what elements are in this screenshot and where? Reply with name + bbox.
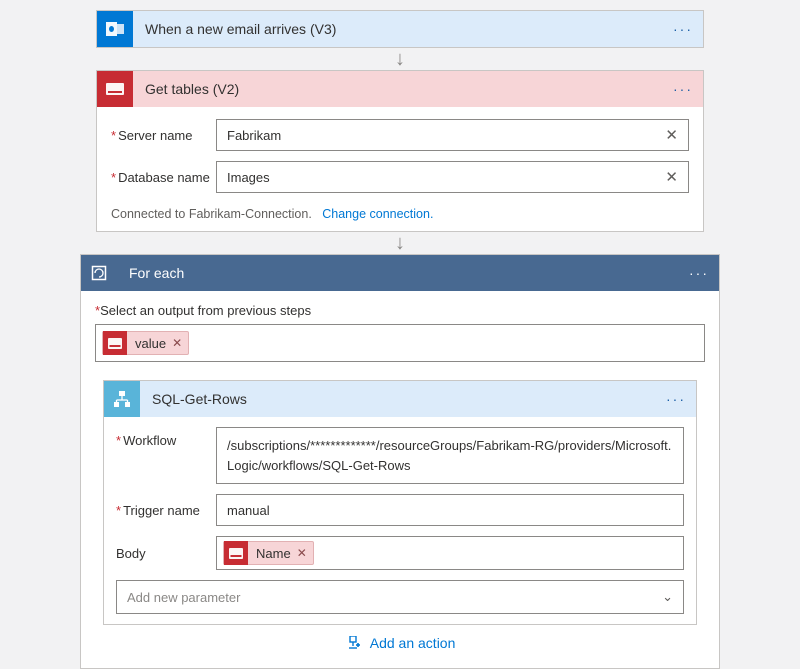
- email-trigger-title: When a new email arrives (V3): [133, 21, 669, 37]
- outlook-icon: [97, 11, 133, 47]
- sql-icon: [97, 71, 133, 107]
- server-name-label: Server name: [111, 128, 216, 143]
- sql-token-icon: [103, 331, 127, 355]
- connection-status: Connected to Fabrikam-Connection.: [111, 207, 312, 221]
- foreach-title: For each: [117, 265, 685, 281]
- change-connection-link[interactable]: Change connection.: [322, 207, 433, 221]
- workflow-label: Workflow: [116, 427, 216, 448]
- add-action-icon: [345, 636, 361, 652]
- trigger-name-input[interactable]: manual: [216, 494, 684, 526]
- foreach-header[interactable]: For each ···: [81, 255, 719, 291]
- remove-value-token-icon[interactable]: ✕: [172, 336, 188, 350]
- clear-database-icon[interactable]: ✕: [661, 168, 682, 186]
- foreach-card: For each ··· *Select an output from prev…: [80, 254, 720, 669]
- select-output-input[interactable]: value ✕: [95, 324, 705, 362]
- name-token[interactable]: Name ✕: [223, 541, 314, 565]
- trigger-name-label: Trigger name: [116, 503, 216, 518]
- database-name-label: Database name: [111, 170, 216, 185]
- workflow-input[interactable]: /subscriptions/*************/resourceGro…: [216, 427, 684, 484]
- get-tables-title: Get tables (V2): [133, 81, 669, 97]
- loop-icon: [81, 255, 117, 291]
- add-action-button[interactable]: Add an action: [95, 625, 705, 664]
- get-tables-menu[interactable]: ···: [669, 81, 697, 97]
- sql-get-rows-card: SQL-Get-Rows ··· Workflow /subscriptions…: [103, 380, 697, 625]
- body-input[interactable]: Name ✕: [216, 536, 684, 570]
- chevron-down-icon: ⌄: [662, 589, 673, 605]
- server-name-input[interactable]: Fabrikam ✕: [216, 119, 689, 151]
- sql-token-icon-2: [224, 541, 248, 565]
- foreach-menu[interactable]: ···: [685, 265, 713, 281]
- email-trigger-card: When a new email arrives (V3) ···: [96, 10, 704, 48]
- clear-server-icon[interactable]: ✕: [661, 126, 682, 144]
- arrow-1: ↓: [0, 48, 800, 70]
- sql-get-rows-menu[interactable]: ···: [662, 391, 690, 407]
- sql-get-rows-header[interactable]: SQL-Get-Rows ···: [104, 381, 696, 417]
- value-token[interactable]: value ✕: [102, 331, 189, 355]
- get-tables-card: Get tables (V2) ··· Server name Fabrikam…: [96, 70, 704, 232]
- remove-name-token-icon[interactable]: ✕: [297, 546, 313, 560]
- arrow-2: ↓: [0, 232, 800, 254]
- body-label: Body: [116, 546, 216, 561]
- logic-apps-icon: [104, 381, 140, 417]
- get-tables-header[interactable]: Get tables (V2) ···: [97, 71, 703, 107]
- email-trigger-header[interactable]: When a new email arrives (V3) ···: [97, 11, 703, 47]
- select-output-label: *Select an output from previous steps: [95, 303, 705, 318]
- add-parameter-select[interactable]: Add new parameter ⌄: [116, 580, 684, 614]
- sql-get-rows-title: SQL-Get-Rows: [140, 391, 662, 407]
- database-name-input[interactable]: Images ✕: [216, 161, 689, 193]
- email-trigger-menu[interactable]: ···: [669, 21, 697, 37]
